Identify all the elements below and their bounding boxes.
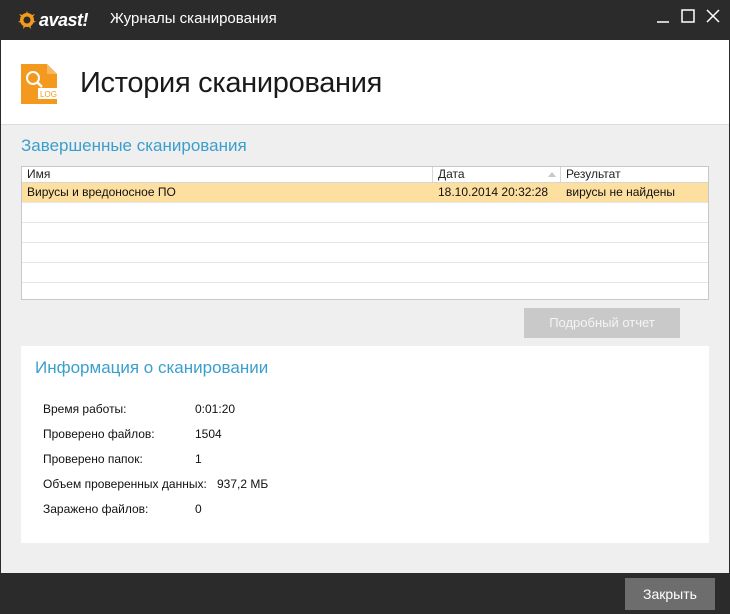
minimize-button[interactable] [652,6,674,28]
info-label: Объем проверенных данных: [43,477,207,491]
dialog-body: LOG История сканирования Завершенные ска… [1,40,729,573]
info-row-infected: Заражено файлов: 0 [43,502,202,516]
log-file-icon: LOG [21,64,59,104]
maximize-icon [681,9,695,23]
info-value: 0 [195,502,202,516]
page-header: LOG История сканирования [1,40,729,125]
scans-table: Имя Дата Результат Вирусы и вредоносное … [21,166,709,300]
window-title: Журналы сканирования [110,10,277,27]
scan-info-title: Информация о сканировании [35,358,269,377]
info-label: Проверено папок: [43,452,143,466]
sort-ascending-icon [548,172,556,177]
close-button[interactable]: Закрыть [625,578,715,610]
column-header-date[interactable]: Дата [433,167,561,182]
info-row-folders: Проверено папок: 1 [43,452,202,466]
info-row-data-volume: Объем проверенных данных: 937,2 МБ [43,477,268,491]
detailed-report-button[interactable]: Подробный отчет [524,308,680,338]
completed-scans-title: Завершенные сканирования [21,136,247,155]
table-row[interactable]: Вирусы и вредоносное ПО 18.10.2014 20:32… [22,183,708,203]
empty-row [22,203,708,223]
info-label: Проверено файлов: [43,427,155,441]
column-header-result[interactable]: Результат [561,167,708,182]
brand-name: avast! [39,9,89,30]
close-icon [706,9,720,23]
info-value: 1504 [195,427,222,441]
table-header: Имя Дата Результат [22,167,708,183]
info-label: Заражено файлов: [43,502,149,516]
column-header-date-label: Дата [438,167,465,181]
info-row-runtime: Время работы: 0:01:20 [43,402,235,416]
info-value: 937,2 МБ [217,477,269,491]
avast-logo-icon [18,11,36,29]
cell-result: вирусы не найдены [566,185,676,199]
empty-row [22,243,708,263]
info-row-files: Проверено файлов: 1504 [43,427,222,441]
empty-row [22,263,708,283]
info-label: Время работы: [43,402,127,416]
cell-date: 18.10.2014 20:32:28 [438,185,549,199]
avast-logo: avast! [17,8,89,32]
footer-bar: Закрыть [0,573,730,614]
title-bar: avast! Журналы сканирования [0,0,730,40]
info-value: 0:01:20 [195,402,236,416]
empty-row [22,223,708,243]
maximize-button[interactable] [677,6,699,28]
column-header-name[interactable]: Имя [22,167,433,182]
info-value: 1 [195,452,202,466]
cell-name: Вирусы и вредоносное ПО [27,185,176,199]
log-badge-text: LOG [40,90,57,99]
minimize-icon [657,21,669,23]
scan-info-panel: Информация о сканировании Время работы: … [21,346,709,543]
close-window-button[interactable] [702,6,724,28]
page-title: История сканирования [80,67,383,99]
